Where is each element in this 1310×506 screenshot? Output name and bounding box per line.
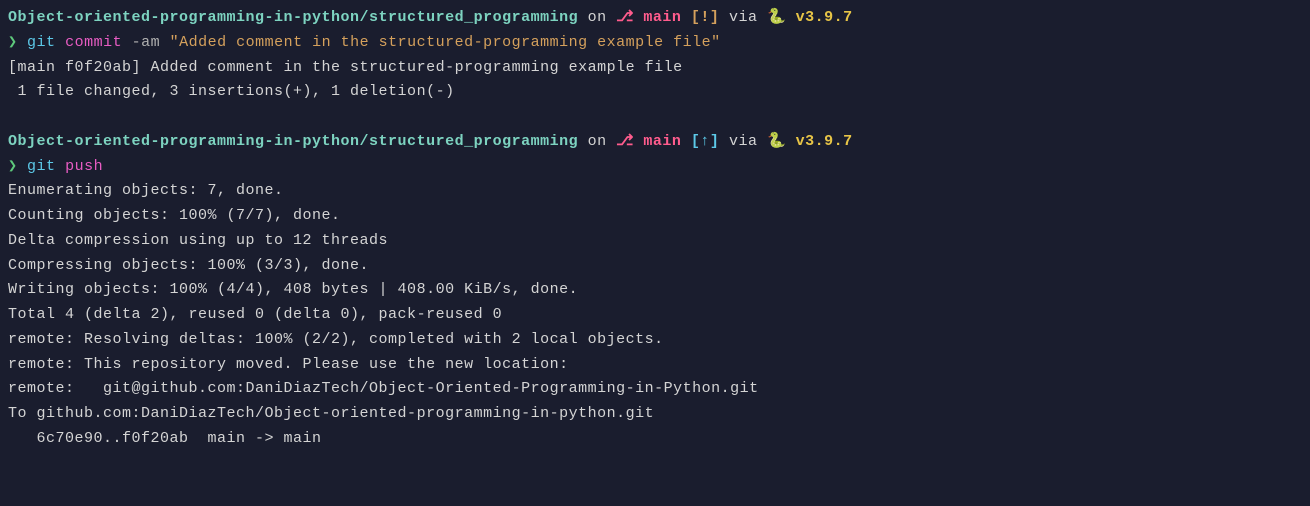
prompt-path: Object-oriented-programming-in-python/st… bbox=[8, 9, 578, 26]
output-line: Writing objects: 100% (4/4), 408 bytes |… bbox=[8, 278, 1302, 303]
branch-name: main bbox=[634, 9, 691, 26]
branch-icon: ⎇ bbox=[616, 133, 634, 150]
command-line-2: ❯ git push bbox=[8, 155, 1302, 180]
output-line: To github.com:DaniDiazTech/Object-orient… bbox=[8, 402, 1302, 427]
prompt-line-1: Object-oriented-programming-in-python/st… bbox=[8, 6, 1302, 31]
cmd-subcommand: push bbox=[65, 158, 103, 175]
prompt-arrow-icon: ❯ bbox=[8, 158, 27, 175]
output-line: [main f0f20ab] Added comment in the stru… bbox=[8, 56, 1302, 81]
prompt-on: on bbox=[578, 9, 616, 26]
branch-icon: ⎇ bbox=[616, 9, 634, 26]
git-status-ahead: [↑] bbox=[691, 133, 720, 150]
prompt-on: on bbox=[578, 133, 616, 150]
prompt-line-2: Object-oriented-programming-in-python/st… bbox=[8, 130, 1302, 155]
output-line: Total 4 (delta 2), reused 0 (delta 0), p… bbox=[8, 303, 1302, 328]
cmd-git: git bbox=[27, 158, 65, 175]
python-version: v3.9.7 bbox=[796, 9, 853, 26]
python-icon: 🐍 bbox=[767, 9, 796, 26]
output-line: remote: Resolving deltas: 100% (2/2), co… bbox=[8, 328, 1302, 353]
python-version: v3.9.7 bbox=[796, 133, 853, 150]
output-line: Enumerating objects: 7, done. bbox=[8, 179, 1302, 204]
cmd-git: git bbox=[27, 34, 65, 51]
output-line: remote: This repository moved. Please us… bbox=[8, 353, 1302, 378]
blank-line bbox=[8, 105, 1302, 130]
output-line: 1 file changed, 3 insertions(+), 1 delet… bbox=[8, 80, 1302, 105]
output-line: Delta compression using up to 12 threads bbox=[8, 229, 1302, 254]
branch-name: main bbox=[634, 133, 691, 150]
command-line-1: ❯ git commit -am "Added comment in the s… bbox=[8, 31, 1302, 56]
cmd-subcommand: commit bbox=[65, 34, 132, 51]
git-status-dirty: [!] bbox=[691, 9, 720, 26]
cmd-string: "Added comment in the structured-program… bbox=[170, 34, 721, 51]
output-line: Counting objects: 100% (7/7), done. bbox=[8, 204, 1302, 229]
prompt-path: Object-oriented-programming-in-python/st… bbox=[8, 133, 578, 150]
output-line: remote: git@github.com:DaniDiazTech/Obje… bbox=[8, 377, 1302, 402]
prompt-via: via bbox=[719, 133, 767, 150]
python-icon: 🐍 bbox=[767, 133, 796, 150]
blank-line bbox=[8, 452, 1302, 477]
output-line: Compressing objects: 100% (3/3), done. bbox=[8, 254, 1302, 279]
cmd-flag: -am bbox=[132, 34, 170, 51]
prompt-arrow-icon: ❯ bbox=[8, 34, 27, 51]
output-line: 6c70e90..f0f20ab main -> main bbox=[8, 427, 1302, 452]
prompt-via: via bbox=[719, 9, 767, 26]
terminal-output[interactable]: Object-oriented-programming-in-python/st… bbox=[8, 6, 1302, 476]
